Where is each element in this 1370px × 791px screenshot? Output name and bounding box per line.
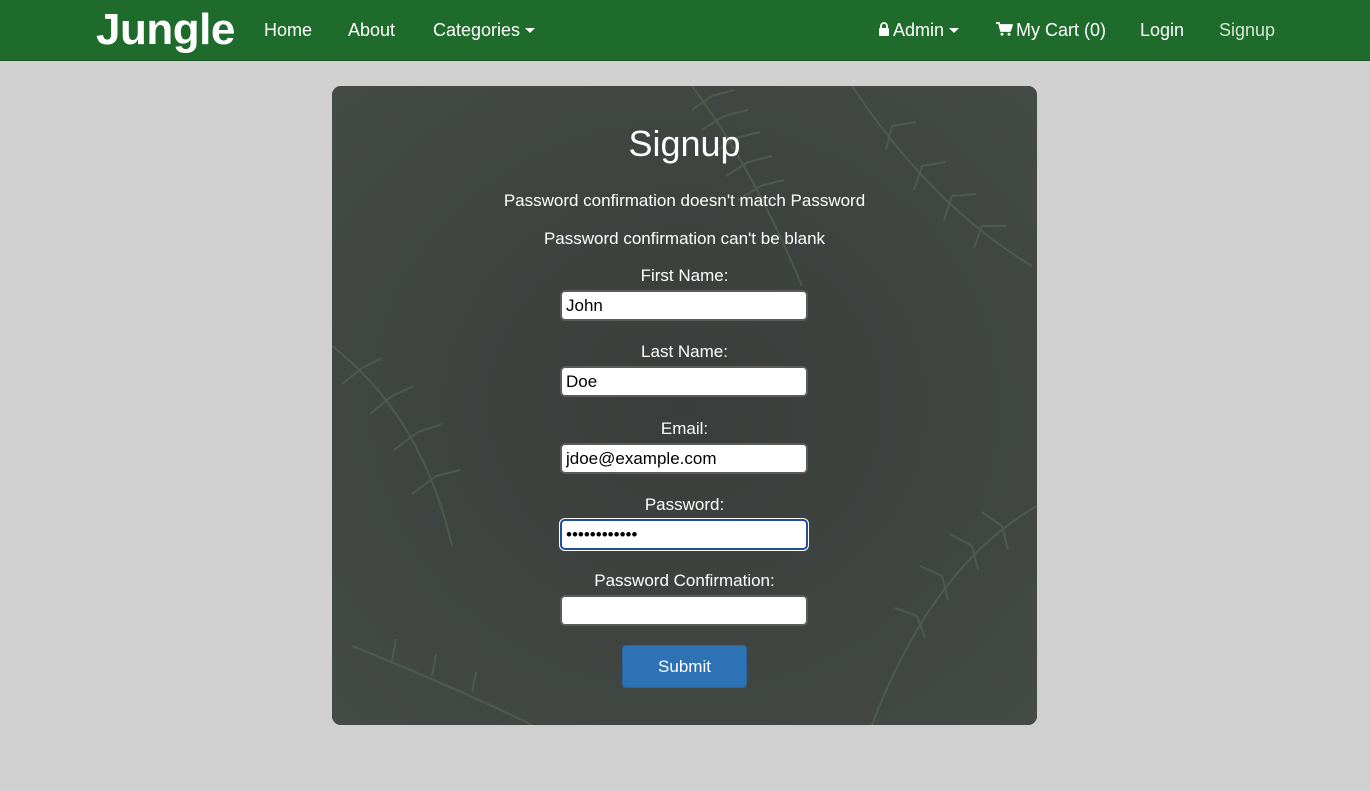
first-name-field[interactable] bbox=[560, 290, 808, 321]
email-label: Email: bbox=[660, 419, 709, 438]
nav-cart-label: My Cart (0) bbox=[1016, 20, 1106, 40]
caret-down-icon bbox=[525, 27, 536, 33]
signup-form: Signup Password confirmation doesn't mat… bbox=[332, 86, 1037, 725]
signup-panel: Signup Password confirmation doesn't mat… bbox=[332, 86, 1037, 725]
nav-home[interactable]: Home bbox=[264, 19, 312, 41]
nav-about[interactable]: About bbox=[348, 19, 395, 41]
nav-admin-label: Admin bbox=[893, 20, 945, 40]
nav-login[interactable]: Login bbox=[1140, 19, 1184, 41]
cart-icon bbox=[996, 22, 1013, 37]
password-field[interactable] bbox=[560, 519, 808, 550]
nav-cart[interactable]: My Cart (0) bbox=[996, 19, 1106, 41]
caret-down-icon bbox=[949, 27, 960, 33]
nav-admin-dropdown[interactable]: Admin bbox=[878, 19, 960, 41]
error-message: Password confirmation doesn't match Pass… bbox=[503, 191, 866, 210]
error-message: Password confirmation can't be blank bbox=[543, 229, 826, 248]
nav-categories-dropdown[interactable]: Categories bbox=[433, 19, 536, 41]
email-field[interactable] bbox=[560, 443, 808, 474]
submit-button[interactable]: Submit bbox=[622, 645, 747, 688]
password-label: Password: bbox=[644, 495, 725, 514]
page-title: Signup bbox=[628, 123, 741, 164]
password-confirmation-label: Password Confirmation: bbox=[594, 571, 775, 590]
password-confirmation-field[interactable] bbox=[560, 595, 808, 626]
nav-signup[interactable]: Signup bbox=[1219, 19, 1275, 41]
last-name-field[interactable] bbox=[560, 366, 808, 397]
first-name-label: First Name: bbox=[640, 266, 729, 285]
lock-icon bbox=[879, 22, 889, 37]
brand-logo[interactable]: Jungle bbox=[96, 4, 235, 56]
nav-categories-label: Categories bbox=[433, 20, 521, 40]
last-name-label: Last Name: bbox=[641, 342, 728, 361]
navbar: Jungle Home About Categories Admin My Ca… bbox=[0, 0, 1370, 61]
